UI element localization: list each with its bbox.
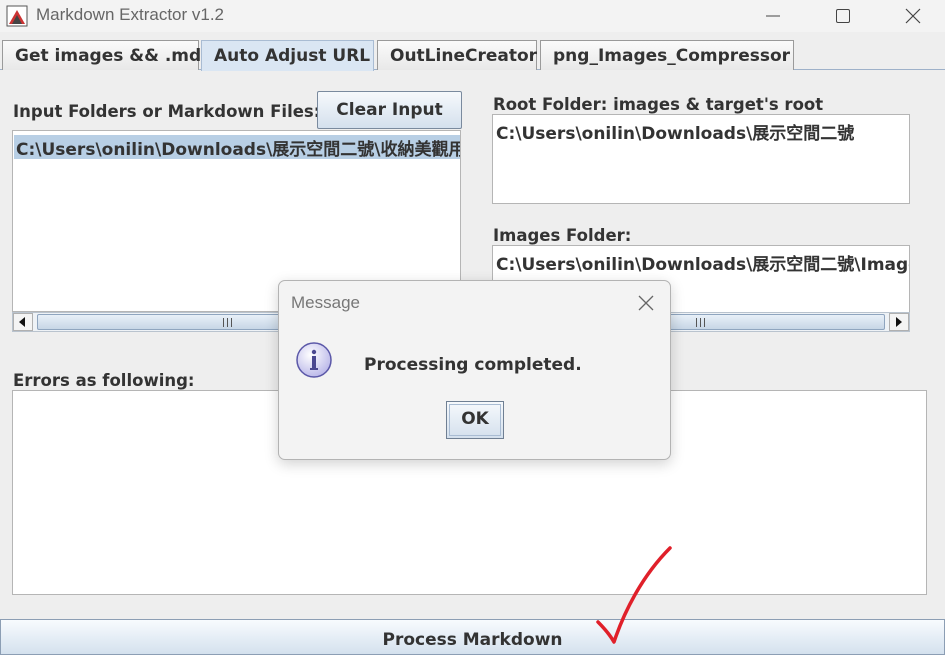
scroll-left-arrow[interactable] [13,313,33,331]
app-icon [6,5,28,27]
list-item[interactable]: C:\Users\onilin\Downloads\展示空間二號\收納美觀用 [14,135,461,160]
process-markdown-button[interactable]: Process Markdown [0,619,945,655]
arrow-right-icon [896,317,902,327]
clear-input-button[interactable]: Clear Input [317,91,462,129]
input-item-path: C:\Users\onilin\Downloads\展示空間二號\收納美觀用 [16,140,461,160]
maximize-button[interactable] [820,0,866,32]
root-folder-value: C:\Users\onilin\Downloads\展示空間二號 [496,124,855,144]
tab-png-images-compressor[interactable]: png_Images_Compressor [540,40,794,70]
tab-auto-adjust-url[interactable]: Auto Adjust URL [201,40,374,71]
root-folder-field[interactable]: C:\Users\onilin\Downloads\展示空間二號 [492,114,910,204]
maximize-icon [836,9,850,23]
dialog-message: Processing completed. [364,355,582,375]
grip-icon [696,318,705,327]
close-icon [905,8,921,24]
dialog-title: Message [291,293,360,312]
grip-icon [223,318,232,327]
title-bar: Markdown Extractor v1.2 [0,0,945,32]
message-dialog: Message Processing completed. OK [278,280,671,460]
close-button[interactable] [890,0,936,32]
root-folder-label: Root Folder: images & target's root [493,95,824,114]
minimize-icon [766,15,780,17]
tab-get-images[interactable]: Get images && .md [2,40,201,70]
images-folder-label: Images Folder: [493,226,632,245]
input-folders-label: Input Folders or Markdown Files: [13,102,321,121]
ok-button[interactable]: OK [446,401,504,439]
tab-bar: Get images && .md Auto Adjust URL OutLin… [0,40,945,71]
errors-label: Errors as following: [13,371,195,390]
arrow-left-icon [19,317,25,327]
images-folder-value: C:\Users\onilin\Downloads\展示空間二號\Images [496,255,910,275]
scroll-right-arrow[interactable] [889,313,909,331]
window-title: Markdown Extractor v1.2 [36,5,225,24]
tab-outline-creator[interactable]: OutLineCreator [377,40,537,70]
close-icon[interactable] [636,293,656,313]
minimize-button[interactable] [750,0,796,32]
checkmark-icon [596,546,672,644]
info-icon [296,342,332,378]
